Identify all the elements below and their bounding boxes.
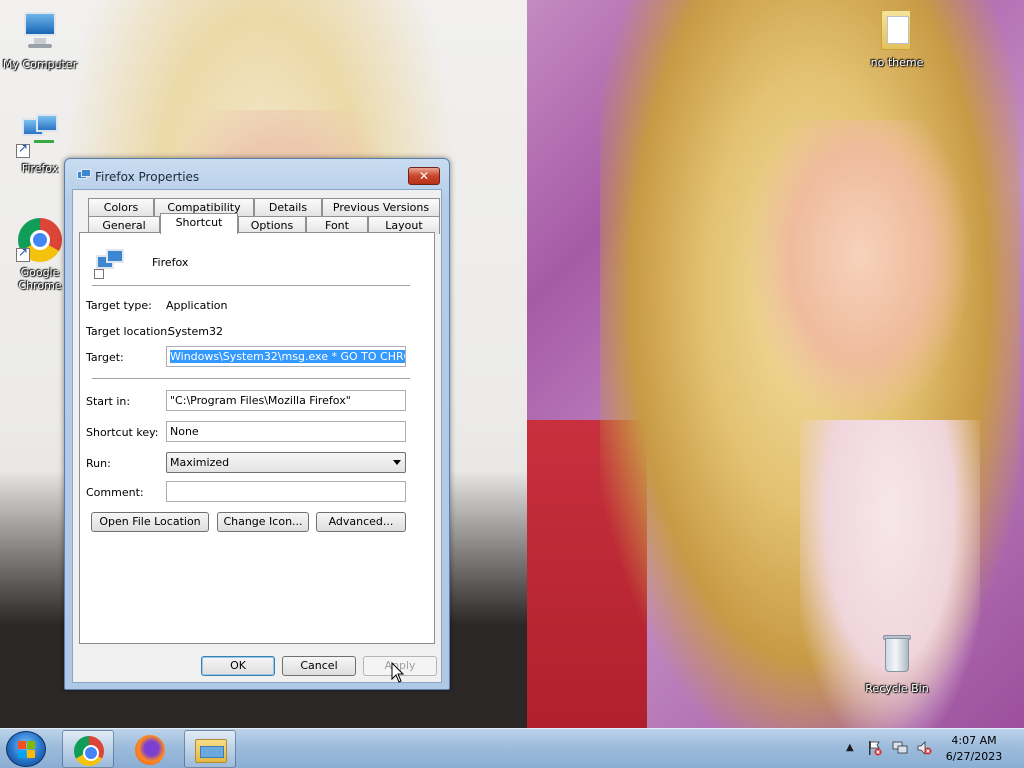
tab-details[interactable]: Details [254,198,322,216]
chevron-down-icon [393,460,401,465]
folder-icon [873,6,921,54]
target-label: Target: [86,351,124,364]
shortcut-key-field[interactable]: None [166,421,406,442]
clock-date: 6/27/2023 [945,750,1003,763]
shortcut-arrow-icon [16,246,30,262]
desktop-icon-label: Google Chrome [18,266,62,292]
divider [92,285,410,286]
shortcut-tab-panel: Firefox Target type: Application Target … [79,232,435,644]
network-icon[interactable] [892,740,908,756]
dialog-titlebar[interactable]: Firefox Properties ✕ [65,159,449,189]
firefox-icon [135,735,165,765]
close-button[interactable]: ✕ [408,167,440,185]
wallpaper-right-face [750,120,970,420]
run-label: Run: [86,457,111,470]
shortcut-arrow-icon [16,142,30,158]
computer-icon [16,8,64,56]
target-type-label: Target type: [86,299,152,312]
advanced-button[interactable]: Advanced... [316,512,406,532]
target-field[interactable]: Windows\System32\msg.exe * GO TO CHROME [166,346,406,367]
clock-time: 4:07 AM [951,734,997,747]
start-button[interactable] [6,731,46,767]
close-icon: ✕ [418,169,430,183]
windows-logo-icon [18,741,36,759]
taskbar-chrome-button[interactable] [62,730,114,768]
shortcut-app-icon [75,169,91,185]
properties-dialog: Firefox Properties ✕ Colors Compatibilit… [64,158,450,690]
tab-previous-versions[interactable]: Previous Versions [322,198,440,216]
open-file-location-button[interactable]: Open File Location [91,512,209,532]
start-in-field[interactable]: "C:\Program Files\Mozilla Firefox" [166,390,406,411]
cancel-button[interactable]: Cancel [282,656,356,676]
show-hidden-icons-button[interactable]: ▲ [846,742,854,753]
recycle-bin-icon [873,632,921,680]
comment-label: Comment: [86,486,144,499]
volume-muted-icon[interactable] [916,740,932,756]
desktop-icon-recycle-bin[interactable]: Recycle Bin [857,632,937,695]
target-location-value: System32 [168,325,224,338]
ok-button[interactable]: OK [201,656,275,676]
desktop-icon-label: no theme [870,56,924,69]
chrome-icon [16,216,64,264]
run-select[interactable]: Maximized [166,452,406,473]
target-field-selected-text: Windows\System32\msg.exe * GO TO CHROME [170,350,405,363]
taskbar-firefox-button[interactable] [124,730,176,768]
desktop-icon-label: Recycle Bin [865,682,929,695]
comment-field[interactable] [166,481,406,502]
target-type-value: Application [166,299,228,312]
shortcut-key-label: Shortcut key: [86,426,159,439]
explorer-icon [195,739,227,763]
taskbar-explorer-button[interactable] [184,730,236,768]
dialog-title: Firefox Properties [95,170,200,184]
target-location-label: Target location: [86,325,171,338]
change-icon-button[interactable]: Change Icon... [217,512,309,532]
desktop-icon-my-computer[interactable]: My Computer [0,8,80,71]
chrome-icon [74,736,104,766]
tab-shortcut[interactable]: Shortcut [160,213,238,234]
action-center-flag-icon[interactable] [866,740,882,756]
tab-colors[interactable]: Colors [88,198,154,216]
shortcut-large-icon [94,247,126,279]
mouse-cursor-icon [391,662,405,683]
taskbar: ▲ 4:07 AM 6/27/2023 [0,728,1024,768]
taskbar-clock[interactable]: 4:07 AM 6/27/2023 [940,733,1008,765]
network-shortcut-icon [16,112,64,160]
divider [92,378,410,379]
desktop-icon-label: My Computer [2,58,78,71]
shortcut-name: Firefox [152,256,189,269]
desktop-icon-no-theme[interactable]: no theme [857,6,937,69]
run-select-value: Maximized [170,456,230,469]
dialog-client-area: Colors Compatibility Details Previous Ve… [72,189,442,683]
start-in-label: Start in: [86,395,131,408]
